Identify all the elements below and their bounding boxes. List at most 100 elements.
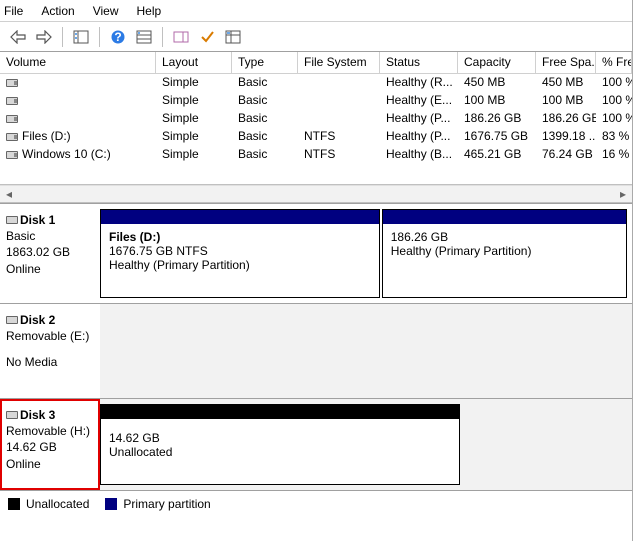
volume-layout: Simple (156, 92, 232, 110)
menu-file[interactable]: File (4, 4, 23, 18)
volume-capacity: 465.21 GB (458, 146, 536, 164)
volume-pct: 16 % (596, 146, 632, 164)
volume-free: 450 MB (536, 74, 596, 92)
disk-info[interactable]: Disk 1 Basic 1863.02 GB Online (0, 204, 100, 303)
partition-name: Files (D:) (109, 230, 371, 244)
legend: Unallocated Primary partition (0, 490, 632, 516)
partition-status: Healthy (Primary Partition) (109, 258, 371, 272)
col-filesystem[interactable]: File System (298, 52, 380, 73)
volume-capacity: 100 MB (458, 92, 536, 110)
partition-detail: 14.62 GB (109, 431, 451, 445)
disk-state: Online (6, 261, 94, 277)
disk-size: 14.62 GB (6, 439, 94, 455)
forward-button[interactable] (32, 25, 56, 49)
menu-action[interactable]: Action (41, 4, 74, 18)
disk-state: Online (6, 456, 94, 472)
volume-layout: Simple (156, 146, 232, 164)
volume-free: 1399.18 ... (536, 128, 596, 146)
volume-status: Healthy (P... (380, 128, 458, 146)
legend-swatch-primary (105, 498, 117, 510)
legend-swatch-unallocated (8, 498, 20, 510)
volume-type: Basic (232, 128, 298, 146)
volume-type: Basic (232, 110, 298, 128)
action-pane-button[interactable] (169, 25, 193, 49)
back-button[interactable] (6, 25, 30, 49)
volume-free: 186.26 GB (536, 110, 596, 128)
partition-box[interactable]: 186.26 GB Healthy (Primary Partition) (382, 209, 627, 298)
partition-detail: 1676.75 GB NTFS (109, 244, 371, 258)
menu-view[interactable]: View (93, 4, 119, 18)
volume-capacity: 186.26 GB (458, 110, 536, 128)
col-free[interactable]: Free Spa... (536, 52, 596, 73)
volume-capacity: 1676.75 GB (458, 128, 536, 146)
check-button[interactable] (195, 25, 219, 49)
volume-row[interactable]: Simple Basic Healthy (P... 186.26 GB 186… (0, 110, 632, 128)
legend-unallocated: Unallocated (8, 497, 89, 511)
disk-icon (6, 411, 18, 419)
scroll-left-button[interactable]: ◂ (0, 186, 18, 202)
forward-arrow-icon (36, 30, 52, 44)
col-capacity[interactable]: Capacity (458, 52, 536, 73)
console-tree-icon (73, 29, 89, 45)
volume-row[interactable]: Simple Basic Healthy (R... 450 MB 450 MB… (0, 74, 632, 92)
partition-box[interactable]: Files (D:) 1676.75 GB NTFS Healthy (Prim… (100, 209, 380, 298)
volume-list: Volume Layout Type File System Status Ca… (0, 52, 632, 185)
col-layout[interactable]: Layout (156, 52, 232, 73)
help-button[interactable]: ? (106, 25, 130, 49)
grid-view-button[interactable] (221, 25, 245, 49)
disk-icon (6, 79, 18, 87)
disk-info-selected[interactable]: Disk 3 Removable (H:) 14.62 GB Online (0, 399, 100, 490)
volume-fs: NTFS (298, 128, 380, 146)
disk-entry: Disk 3 Removable (H:) 14.62 GB Online 14… (0, 398, 632, 490)
volume-fs (298, 110, 380, 128)
volume-status: Healthy (E... (380, 92, 458, 110)
disk-icon (6, 216, 18, 224)
volume-layout: Simple (156, 110, 232, 128)
volume-type: Basic (232, 74, 298, 92)
disk-info[interactable]: Disk 2 Removable (E:) No Media (0, 304, 100, 398)
volume-row[interactable]: Files (D:) Simple Basic NTFS Healthy (P.… (0, 128, 632, 146)
volume-pct: 100 % (596, 74, 632, 92)
volume-name: Files (D:) (22, 129, 71, 143)
toolbar-separator (162, 27, 163, 47)
partition-status: Healthy (Primary Partition) (391, 244, 618, 258)
volume-fs (298, 74, 380, 92)
help-icon: ? (110, 29, 126, 45)
check-icon (199, 29, 215, 45)
volume-status: Healthy (P... (380, 110, 458, 128)
volume-hscrollbar[interactable]: ◂ ▸ (0, 185, 632, 203)
list-view-button[interactable] (132, 25, 156, 49)
toolbar: ? (0, 22, 632, 52)
volume-pct: 100 % (596, 92, 632, 110)
disk-icon (6, 115, 18, 123)
volume-status: Healthy (B... (380, 146, 458, 164)
toolbar-separator (99, 27, 100, 47)
volume-fs: NTFS (298, 146, 380, 164)
legend-label: Primary partition (123, 497, 210, 511)
scroll-right-button[interactable]: ▸ (614, 186, 632, 202)
volume-status: Healthy (R... (380, 74, 458, 92)
show-hide-console-button[interactable] (69, 25, 93, 49)
menu-help[interactable]: Help (137, 4, 162, 18)
volume-row[interactable]: Simple Basic Healthy (E... 100 MB 100 MB… (0, 92, 632, 110)
toolbar-separator (62, 27, 63, 47)
disk-size: 1863.02 GB (6, 244, 94, 260)
disk-type: Removable (E:) (6, 328, 94, 344)
volume-row[interactable]: Windows 10 (C:) Simple Basic NTFS Health… (0, 146, 632, 164)
partition-bar-primary (383, 210, 626, 224)
disk-icon (6, 151, 18, 159)
disk-entry: Disk 1 Basic 1863.02 GB Online Files (D:… (0, 203, 632, 303)
col-pct[interactable]: % Fre (596, 52, 632, 73)
menu-bar: File Action View Help (0, 0, 632, 22)
col-status[interactable]: Status (380, 52, 458, 73)
partition-bar-primary (101, 210, 379, 224)
col-volume[interactable]: Volume (0, 52, 156, 73)
disk-map: Disk 1 Basic 1863.02 GB Online Files (D:… (0, 203, 632, 490)
disk-title: Disk 1 (20, 213, 55, 227)
partition-box[interactable]: 14.62 GB Unallocated (100, 404, 460, 485)
volume-type: Basic (232, 92, 298, 110)
col-type[interactable]: Type (232, 52, 298, 73)
disk-state: No Media (6, 354, 94, 370)
legend-label: Unallocated (26, 497, 89, 511)
volume-layout: Simple (156, 128, 232, 146)
